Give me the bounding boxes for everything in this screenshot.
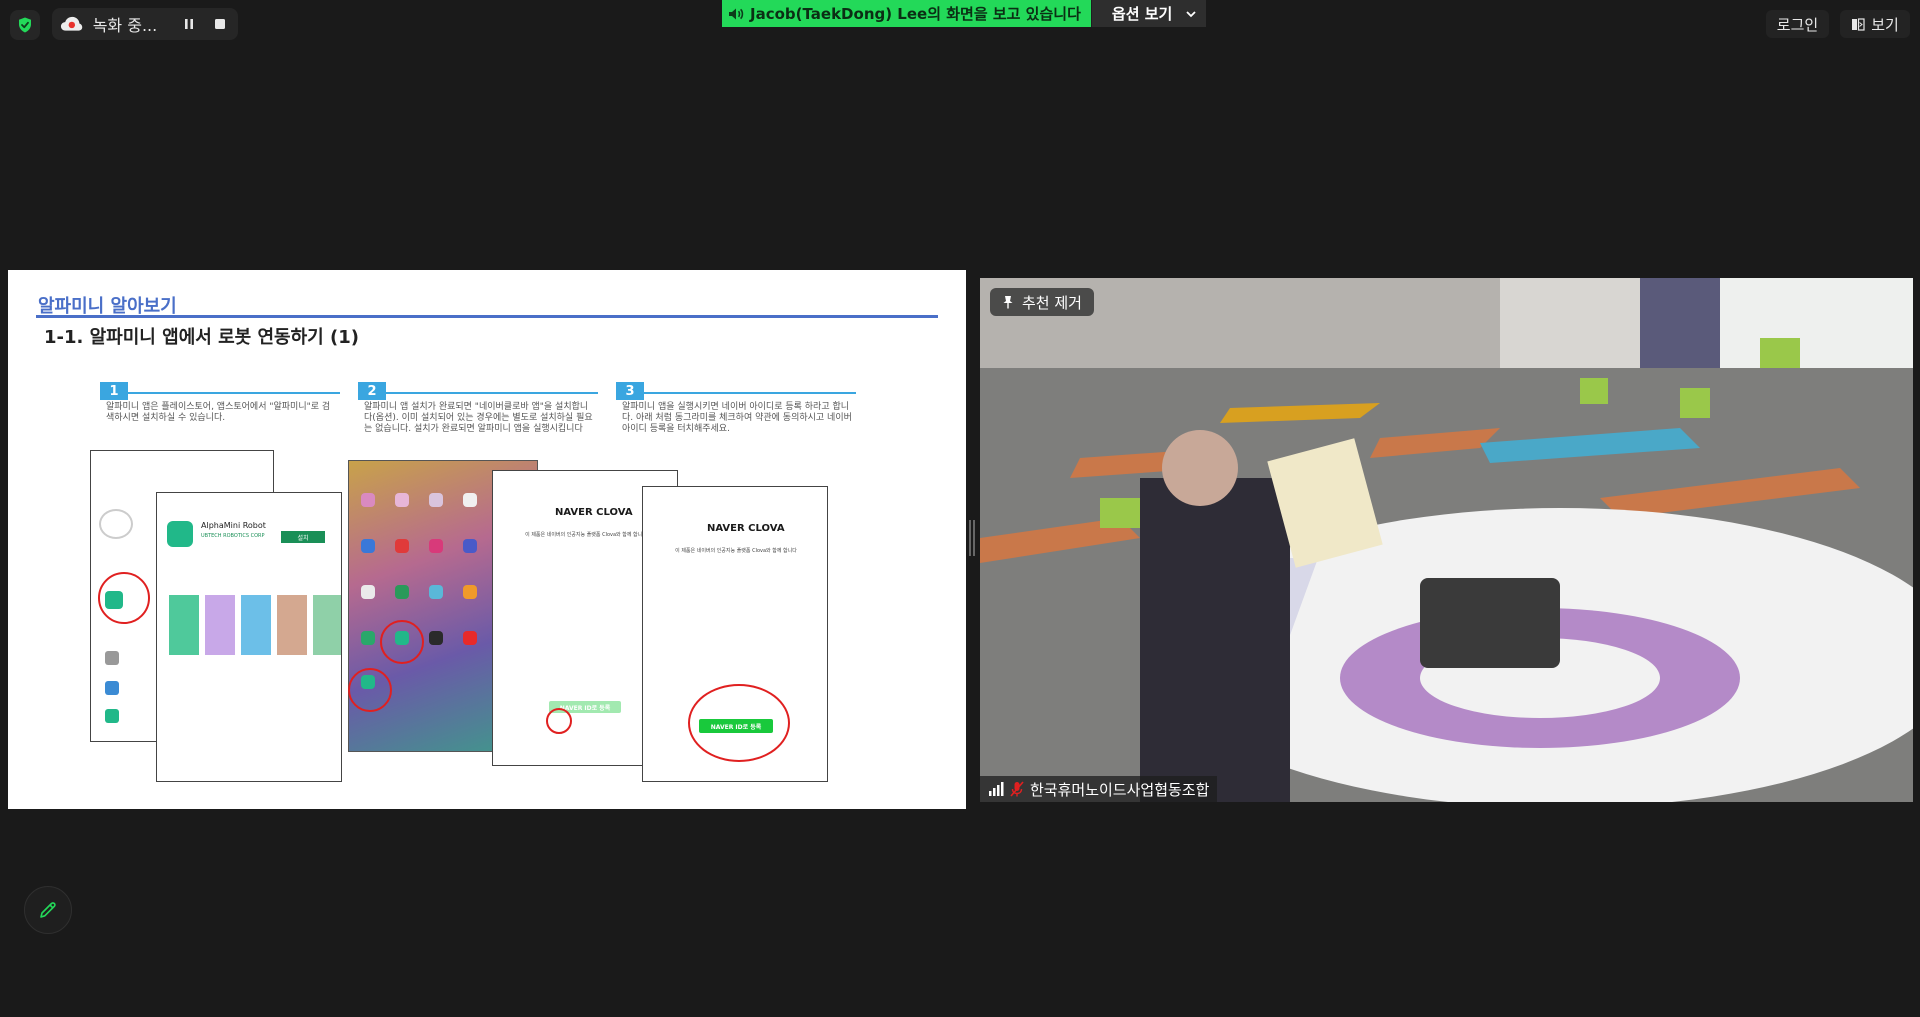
view-label: 보기 xyxy=(1871,15,1899,34)
view-options-dropdown[interactable]: 옵션 보기 xyxy=(1090,0,1207,27)
pin-icon xyxy=(1003,296,1013,309)
clova-logo: NAVER CLOVA xyxy=(555,507,633,518)
participant-name-tag: 한국휴머노이드사업협동조합 xyxy=(980,776,1218,802)
annotate-button[interactable] xyxy=(24,886,72,934)
shared-screen: 알파미니 알아보기 1-1. 알파미니 앱에서 로봇 연동하기 (1) 1 알파… xyxy=(8,270,966,809)
view-layout-button[interactable]: 보기 xyxy=(1840,10,1910,38)
participant-video: 추천 제거 한국휴머노이드사업협동조합 xyxy=(980,278,1913,802)
highlight-circle xyxy=(348,668,392,712)
pause-recording-button[interactable] xyxy=(178,13,199,35)
step-2: 2 알파미니 앱 설치가 완료되면 "네이버클로바 앱"을 설치합니다(옵션).… xyxy=(358,382,598,434)
recording-indicator: 녹화 중... xyxy=(52,8,238,40)
shield-icon xyxy=(19,17,31,33)
gauge-graphic xyxy=(99,509,133,539)
step-1: 1 알파미니 앱은 플레이스토어, 앱스토어에서 "알파미니"로 검색하시면 설… xyxy=(100,382,340,423)
security-shield-button[interactable] xyxy=(10,10,40,40)
participant-name: 한국휴머노이드사업협동조합 xyxy=(1030,780,1210,799)
layout-icon xyxy=(1852,17,1865,31)
step-number: 1 xyxy=(100,382,128,400)
app-detail-screenshot: AlphaMini Robot UBTECH ROBOTICS CORP 설치 xyxy=(156,492,342,782)
remove-spotlight-button[interactable]: 추천 제거 xyxy=(990,288,1094,316)
highlight-circle xyxy=(98,572,150,624)
share-status: Jacob(TaekDong) Lee의 화면을 보고 있습니다 xyxy=(722,0,1091,27)
login-button[interactable]: 로그인 xyxy=(1766,10,1829,38)
clova-notice: 이 제품은 네이버의 인공지능 플랫폼 Clova와 함께 합니다 xyxy=(675,548,797,554)
split-resize-handle[interactable] xyxy=(969,520,975,556)
view-options-label: 옵션 보기 xyxy=(1111,5,1173,23)
highlight-circle xyxy=(546,708,572,734)
clova-logo: NAVER CLOVA xyxy=(707,523,785,534)
share-banner-text: Jacob(TaekDong) Lee의 화면을 보고 있습니다 xyxy=(750,5,1081,23)
highlight-circle xyxy=(688,684,790,762)
signal-strength-icon xyxy=(989,782,1004,796)
meeting-window: 녹화 중... Jacob(TaekDong) Lee의 화면을 보고 있습니다… xyxy=(0,0,1920,1017)
step-number: 3 xyxy=(616,382,644,400)
recording-label: 녹화 중... xyxy=(92,16,158,35)
screen-share-banner: Jacob(TaekDong) Lee의 화면을 보고 있습니다 옵션 보기 xyxy=(722,0,1207,27)
alphamini-app-icon xyxy=(167,521,193,547)
app-publisher: UBTECH ROBOTICS CORP xyxy=(201,533,265,539)
login-label: 로그인 xyxy=(1776,15,1819,34)
classroom-video-frame xyxy=(980,278,1913,802)
step-3: 3 알파미니 앱을 실행시키면 네이버 아이디로 등록 하라고 합니다. 아래 … xyxy=(616,382,856,434)
mic-muted-icon xyxy=(1010,781,1024,797)
remove-spotlight-label: 추천 제거 xyxy=(1022,293,1082,312)
app-name: AlphaMini Robot xyxy=(201,521,266,530)
stop-icon xyxy=(214,19,225,29)
speaker-icon xyxy=(729,8,744,19)
step-number: 2 xyxy=(358,382,386,400)
install-button: 설치 xyxy=(281,531,325,543)
slide-subtitle: 1-1. 알파미니 앱에서 로봇 연동하기 (1) xyxy=(44,327,359,348)
chevron-down-icon xyxy=(1186,10,1196,17)
pause-icon xyxy=(184,19,193,29)
slide-title-rule xyxy=(36,315,938,318)
step-text: 알파미니 앱 설치가 완료되면 "네이버클로바 앱"을 설치합니다(옵션). 이… xyxy=(364,402,593,434)
step-text: 알파미니 앱을 실행시키면 네이버 아이디로 등록 하라고 합니다. 아래 처럼… xyxy=(622,402,852,434)
pencil-icon xyxy=(40,902,56,918)
step-text: 알파미니 앱은 플레이스토어, 앱스토어에서 "알파미니"로 검색하시면 설치하… xyxy=(106,402,331,423)
highlight-circle xyxy=(380,620,424,664)
cloud-record-icon xyxy=(60,16,83,31)
stop-recording-button[interactable] xyxy=(209,13,230,35)
